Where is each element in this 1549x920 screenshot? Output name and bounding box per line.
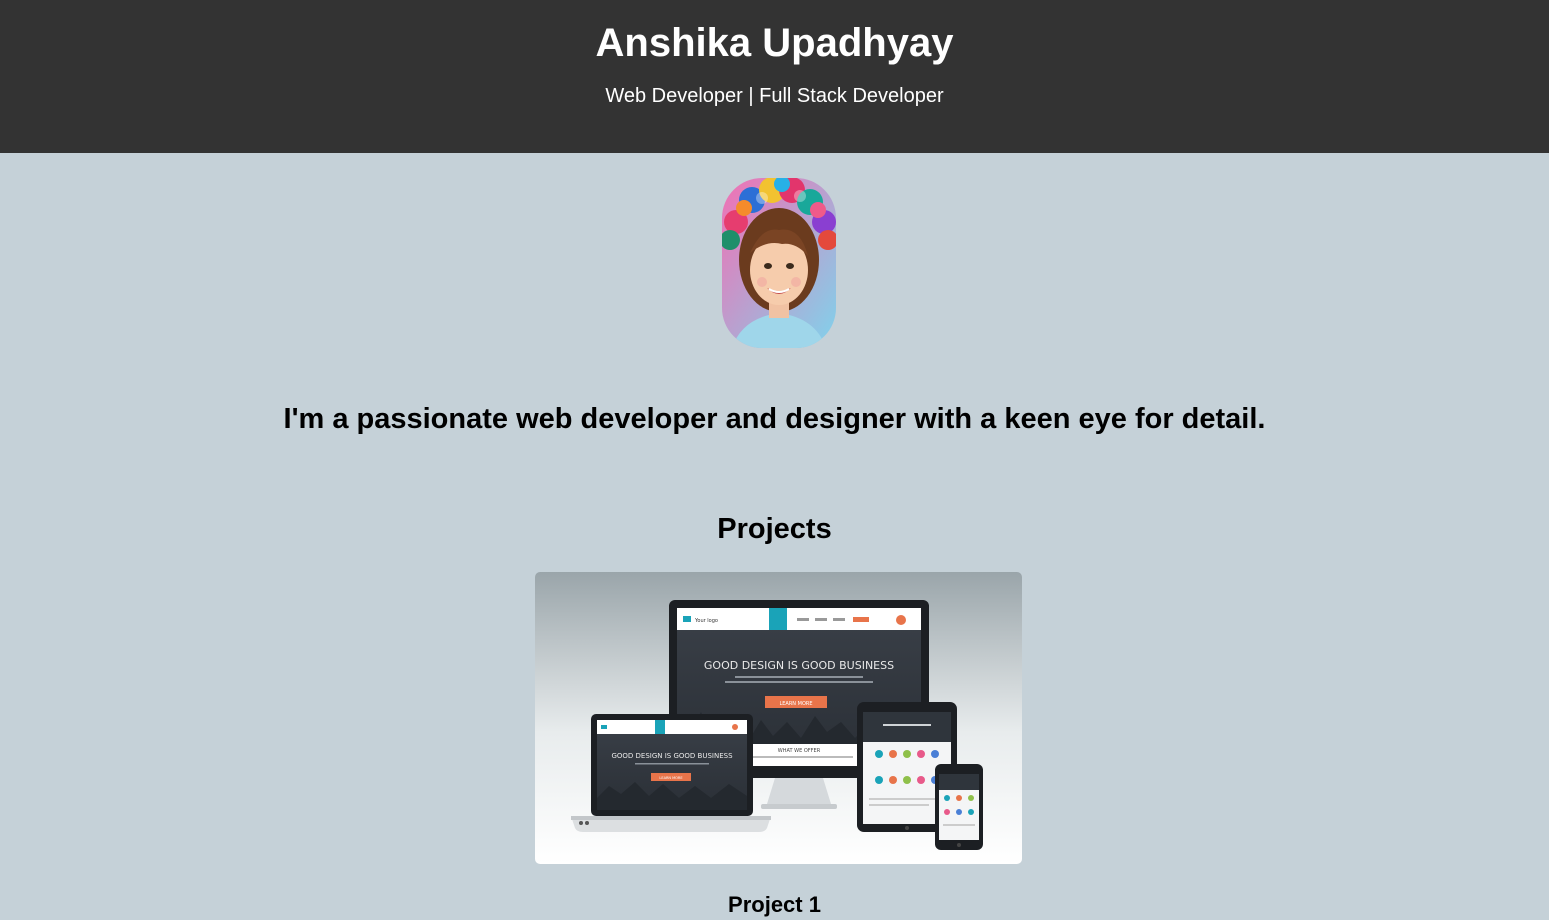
mockup-laptop-button: LEARN MORE xyxy=(659,776,682,780)
mockup-desktop-section: WHAT WE OFFER xyxy=(778,748,821,754)
mockup-desktop-button: LEARN MORE xyxy=(779,701,812,707)
projects-heading: Projects xyxy=(717,513,832,545)
intro-text: I'm a passionate web developer and desig… xyxy=(283,403,1266,435)
project-card[interactable]: Your logo GOOD DESIGN IS GOOD BUSINESS L… xyxy=(535,572,1022,864)
project-image: Your logo GOOD DESIGN IS GOOD BUSINESS L… xyxy=(535,572,1022,864)
avatar xyxy=(722,178,836,348)
mockup-laptop-headline: GOOD DESIGN IS GOOD BUSINESS xyxy=(611,752,733,760)
mockup-logo-text: Your logo xyxy=(694,618,718,624)
site-subtitle: Web Developer | Full Stack Developer xyxy=(605,85,944,107)
mockup-desktop-headline: GOOD DESIGN IS GOOD BUSINESS xyxy=(704,659,894,672)
profile-photo-icon xyxy=(722,178,836,348)
site-name: Anshika Upadhyay xyxy=(595,21,954,65)
site-header: Anshika Upadhyay Web Developer | Full St… xyxy=(0,0,1549,153)
